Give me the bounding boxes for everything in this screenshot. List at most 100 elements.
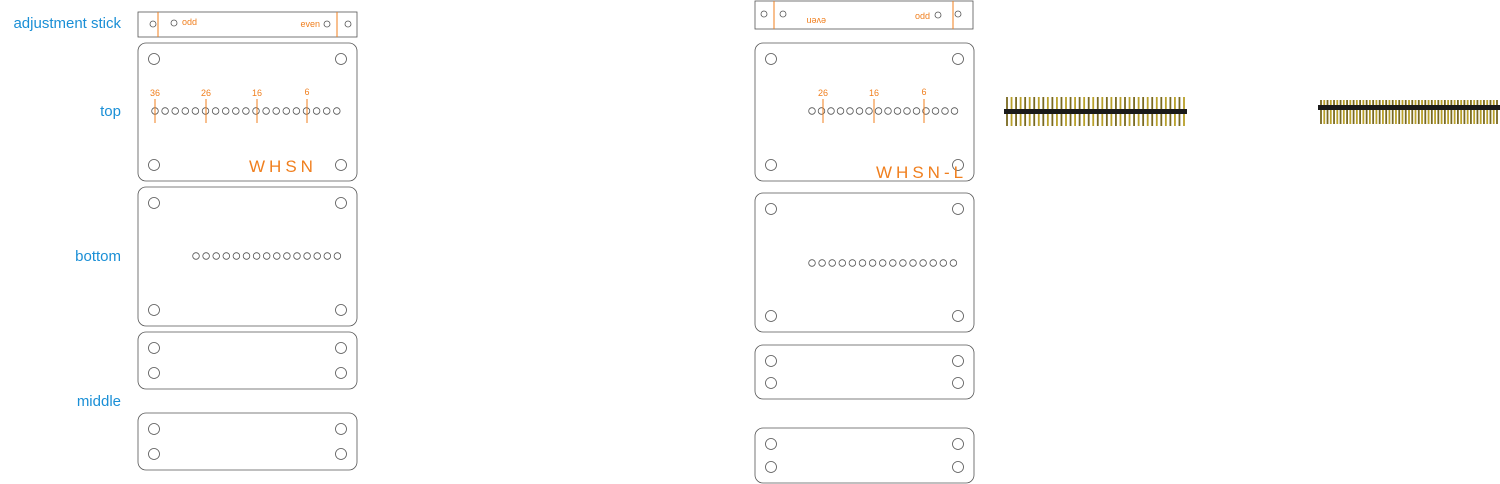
stick-hole	[934, 11, 942, 19]
mount-hole	[335, 304, 347, 316]
header-pin	[1382, 100, 1384, 124]
header-pin	[1453, 100, 1456, 124]
pin-header-long	[1004, 109, 1187, 114]
header-pin	[1385, 100, 1388, 124]
left-model-name: WHSN	[249, 157, 317, 176]
pin-hole	[817, 107, 826, 115]
pin-hole	[333, 252, 342, 260]
mount-hole	[148, 304, 160, 316]
header-pin	[1326, 100, 1329, 124]
pin-hole	[293, 252, 301, 260]
pin-header-short	[1318, 105, 1500, 110]
pin-hole	[202, 252, 210, 260]
header-pin	[1492, 100, 1495, 124]
left-top-plate	[137, 42, 358, 182]
mount-hole	[335, 448, 347, 460]
header-pin	[1368, 100, 1371, 124]
left-stick-even: even	[300, 19, 320, 29]
left-middle-plate-1	[137, 331, 358, 390]
stick-hole	[779, 10, 787, 18]
mount-hole	[335, 367, 347, 379]
header-pin	[1414, 100, 1417, 124]
pin-hole	[242, 252, 251, 260]
header-pin	[1346, 100, 1348, 124]
label-bottom: bottom	[75, 248, 121, 265]
header-pin	[1339, 100, 1342, 124]
pin-hole	[949, 259, 958, 267]
header-pin	[1336, 100, 1339, 124]
pin-hole	[950, 107, 959, 115]
pin-hole	[303, 252, 311, 260]
stick-hole	[149, 20, 157, 28]
header-pin	[1372, 100, 1375, 124]
header-pin	[1456, 100, 1459, 124]
header-pin	[1486, 100, 1489, 124]
pin-hole	[808, 107, 816, 115]
header-pin	[1473, 100, 1476, 124]
header-pin	[1391, 100, 1394, 124]
header-pin	[1375, 100, 1378, 124]
mount-hole	[148, 342, 160, 354]
pin-hole	[232, 107, 240, 115]
pin-hole	[282, 107, 290, 115]
pin-hole	[263, 252, 271, 260]
label-middle: middle	[77, 393, 121, 410]
header-pin	[1427, 100, 1430, 124]
header-pin	[1359, 100, 1362, 124]
header-pin	[1443, 100, 1446, 124]
header-pin	[1349, 100, 1352, 124]
pin-hole	[884, 107, 892, 115]
right-middle-plate-2	[754, 427, 975, 484]
pin-hole	[262, 107, 270, 115]
header-pin	[1450, 100, 1453, 124]
pin-hole	[292, 107, 301, 115]
mount-hole	[148, 159, 160, 171]
mount-hole	[765, 310, 777, 322]
pin-hole	[252, 252, 261, 260]
pin-hole	[879, 259, 887, 267]
mount-hole	[952, 310, 964, 322]
right-bottom-plate	[754, 192, 975, 333]
right-stick-odd: odd	[915, 11, 930, 21]
pin-hole	[868, 259, 877, 267]
stick-hole	[344, 20, 352, 28]
header-pin	[1362, 100, 1365, 124]
header-pin	[1447, 100, 1450, 124]
pin-hole	[909, 259, 917, 267]
header-pin	[1434, 100, 1436, 124]
pin-hole	[919, 259, 927, 267]
mount-hole	[148, 423, 160, 435]
left-pin-label: 36	[150, 88, 160, 98]
header-pin	[1489, 100, 1492, 124]
header-pin	[1329, 100, 1332, 124]
pin-hole	[161, 107, 169, 115]
pin-hole	[874, 107, 883, 115]
header-pin	[1378, 100, 1381, 124]
mount-hole	[952, 377, 964, 389]
pin-hole	[939, 259, 947, 267]
mount-hole	[952, 461, 964, 473]
header-pin	[1424, 100, 1427, 124]
right-pin-label: 26	[818, 88, 828, 98]
label-top: top	[100, 103, 121, 120]
pin-hole	[912, 107, 921, 115]
pin-hole	[272, 107, 280, 115]
mount-hole	[952, 203, 964, 215]
left-pin-label: 6	[304, 87, 309, 97]
pin-hole	[931, 107, 940, 115]
mount-hole	[765, 159, 777, 171]
pin-hole	[323, 252, 331, 260]
pin-hole	[273, 252, 281, 260]
left-middle-plate-2	[137, 412, 358, 471]
header-pin	[1463, 100, 1466, 124]
stick-hole	[954, 10, 962, 18]
pin-hole	[333, 107, 341, 115]
pin-hole	[838, 259, 846, 267]
header-pin	[1479, 100, 1482, 124]
pin-hole	[242, 107, 250, 115]
header-pin	[1437, 100, 1440, 124]
header-pin	[1401, 100, 1404, 124]
pin-hole	[313, 252, 321, 260]
header-pin	[1496, 100, 1498, 124]
pin-hole	[211, 107, 220, 115]
